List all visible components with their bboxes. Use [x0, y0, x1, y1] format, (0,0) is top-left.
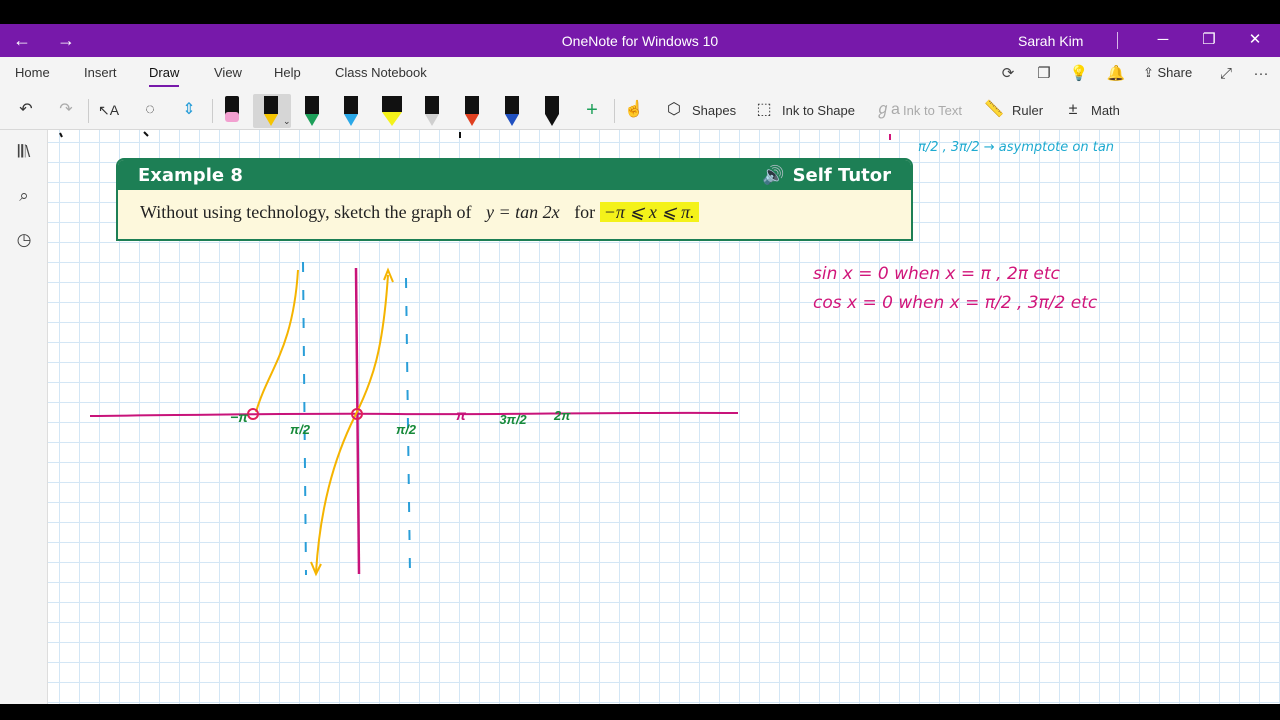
ink-to-shape-label: Ink to Shape: [782, 102, 855, 118]
redo-button[interactable]: ↷: [56, 95, 84, 125]
tick-label: 3π/2: [499, 412, 527, 427]
sync-icon[interactable]: ⟳: [997, 63, 1019, 85]
tan-branch-left: [255, 269, 299, 413]
redo-icon: ↷: [59, 101, 73, 118]
pen-black[interactable]: [540, 94, 564, 128]
tick-label: π/2: [290, 422, 311, 437]
eraser-tip: [225, 112, 239, 122]
touch-draw-button[interactable]: ☝: [624, 95, 652, 125]
close-button[interactable]: ✕: [1240, 29, 1270, 51]
pen-green[interactable]: [300, 94, 324, 128]
shapes-button[interactable]: ⬡ Shapes: [664, 95, 736, 125]
toolbar-divider: [614, 99, 615, 123]
recent-clock-icon[interactable]: ◷: [12, 228, 36, 252]
ink-to-text-icon: ℊa: [875, 101, 900, 118]
search-icon[interactable]: ⌕: [12, 184, 36, 208]
tick-label: π: [456, 407, 467, 423]
tick-label: 2π: [553, 408, 571, 423]
left-navigation-rail: 𝄃𝄃\ ⌕ ◷: [0, 130, 48, 704]
user-name[interactable]: Sarah Kim: [1018, 33, 1083, 49]
type-select-button[interactable]: ↖A: [98, 95, 126, 125]
pen-navy[interactable]: [500, 94, 524, 128]
title-bar: ← → OneNote for Windows 10 Sarah Kim ─ ❐…: [0, 24, 1280, 57]
asymptote-left: [302, 261, 307, 576]
ink-to-text-button[interactable]: ℊa Ink to Text: [875, 95, 962, 125]
x-axis: [89, 411, 739, 417]
app-title: OneNote for Windows 10: [561, 33, 719, 49]
share-label: Share: [1157, 65, 1193, 80]
ink-stroke: [59, 132, 63, 138]
minimize-button[interactable]: ─: [1148, 29, 1178, 51]
cursor-text-icon: ↖A: [98, 102, 120, 118]
pen-blue[interactable]: [339, 94, 363, 128]
pen-galaxy[interactable]: [420, 94, 444, 128]
undo-icon: ↶: [19, 101, 33, 118]
notebooks-icon[interactable]: 𝄃𝄃\: [12, 140, 36, 164]
lightbulb-icon[interactable]: 💡: [1068, 63, 1090, 85]
add-pen-button[interactable]: +: [582, 95, 610, 125]
tick-label: −π: [230, 409, 249, 425]
tick-label: π/2: [396, 422, 417, 437]
math-label: Math: [1091, 102, 1120, 118]
toolbar-divider: [88, 99, 89, 123]
ink-to-shape-icon: ⬚: [756, 101, 772, 118]
touch-draw-icon: ☝: [624, 101, 644, 118]
lasso-select-button[interactable]: ◌: [140, 95, 168, 125]
pen-rainbow[interactable]: [460, 94, 484, 128]
svg-text:⌄: ⌄: [283, 116, 291, 126]
expand-icon[interactable]: ⤢: [1215, 63, 1237, 85]
shapes-label: Shapes: [692, 102, 737, 118]
eraser-pen[interactable]: [220, 94, 244, 128]
ruler-button[interactable]: 📏 Ruler: [984, 95, 1043, 125]
tan-branch-center: [315, 274, 389, 573]
tab-draw[interactable]: Draw: [149, 65, 180, 87]
tab-insert[interactable]: Insert: [84, 65, 117, 80]
screen-top-bar: [0, 0, 1280, 24]
more-options-icon[interactable]: ···: [1250, 63, 1272, 85]
pencil-yellow: ⌄: [264, 96, 291, 126]
undo-button[interactable]: ↶: [16, 95, 44, 125]
pen-selected-slot[interactable]: ⌄: [253, 94, 291, 128]
highlighter-yellow[interactable]: [378, 94, 402, 128]
toolbar-divider: [212, 99, 213, 123]
tab-view[interactable]: View: [214, 65, 242, 80]
ink-to-shape-button[interactable]: ⬚ Ink to Shape: [754, 95, 855, 125]
restore-button[interactable]: ❐: [1194, 29, 1224, 51]
add-space-icon: ⇕: [182, 101, 196, 118]
bell-icon[interactable]: 🔔: [1105, 63, 1127, 85]
share-button[interactable]: ⇪ Share: [1143, 65, 1192, 81]
math-button[interactable]: ± Math: [1063, 95, 1120, 125]
plus-icon: +: [586, 99, 598, 121]
tab-home[interactable]: Home: [15, 65, 50, 80]
ruler-label: Ruler: [1012, 102, 1044, 118]
screen-bottom-bar: [0, 704, 1280, 720]
note-page-canvas[interactable]: Example 8 🔊 Self Tutor Without using tech…: [48, 130, 1280, 704]
share-icon: ⇪: [1143, 65, 1158, 80]
ribbon: Home Insert Draw View Help Class Noteboo…: [0, 57, 1280, 130]
shapes-icon: ⬡: [667, 101, 681, 118]
tab-help[interactable]: Help: [274, 65, 301, 80]
y-axis: [354, 267, 361, 575]
add-space-button[interactable]: ⇕: [179, 95, 207, 125]
title-separator: [1117, 32, 1118, 49]
tab-class-notebook[interactable]: Class Notebook: [335, 65, 427, 80]
math-icon: ±: [1068, 101, 1078, 118]
ruler-icon: 📏: [984, 101, 1004, 118]
ink-stroke: [143, 131, 149, 137]
pages-icon[interactable]: ❐: [1033, 63, 1055, 85]
ink-to-text-label: Ink to Text: [903, 102, 963, 118]
tan-sketch: −π π/2 π/2 π 3π/2 2π: [59, 131, 891, 577]
lasso-icon: ◌: [145, 101, 155, 118]
